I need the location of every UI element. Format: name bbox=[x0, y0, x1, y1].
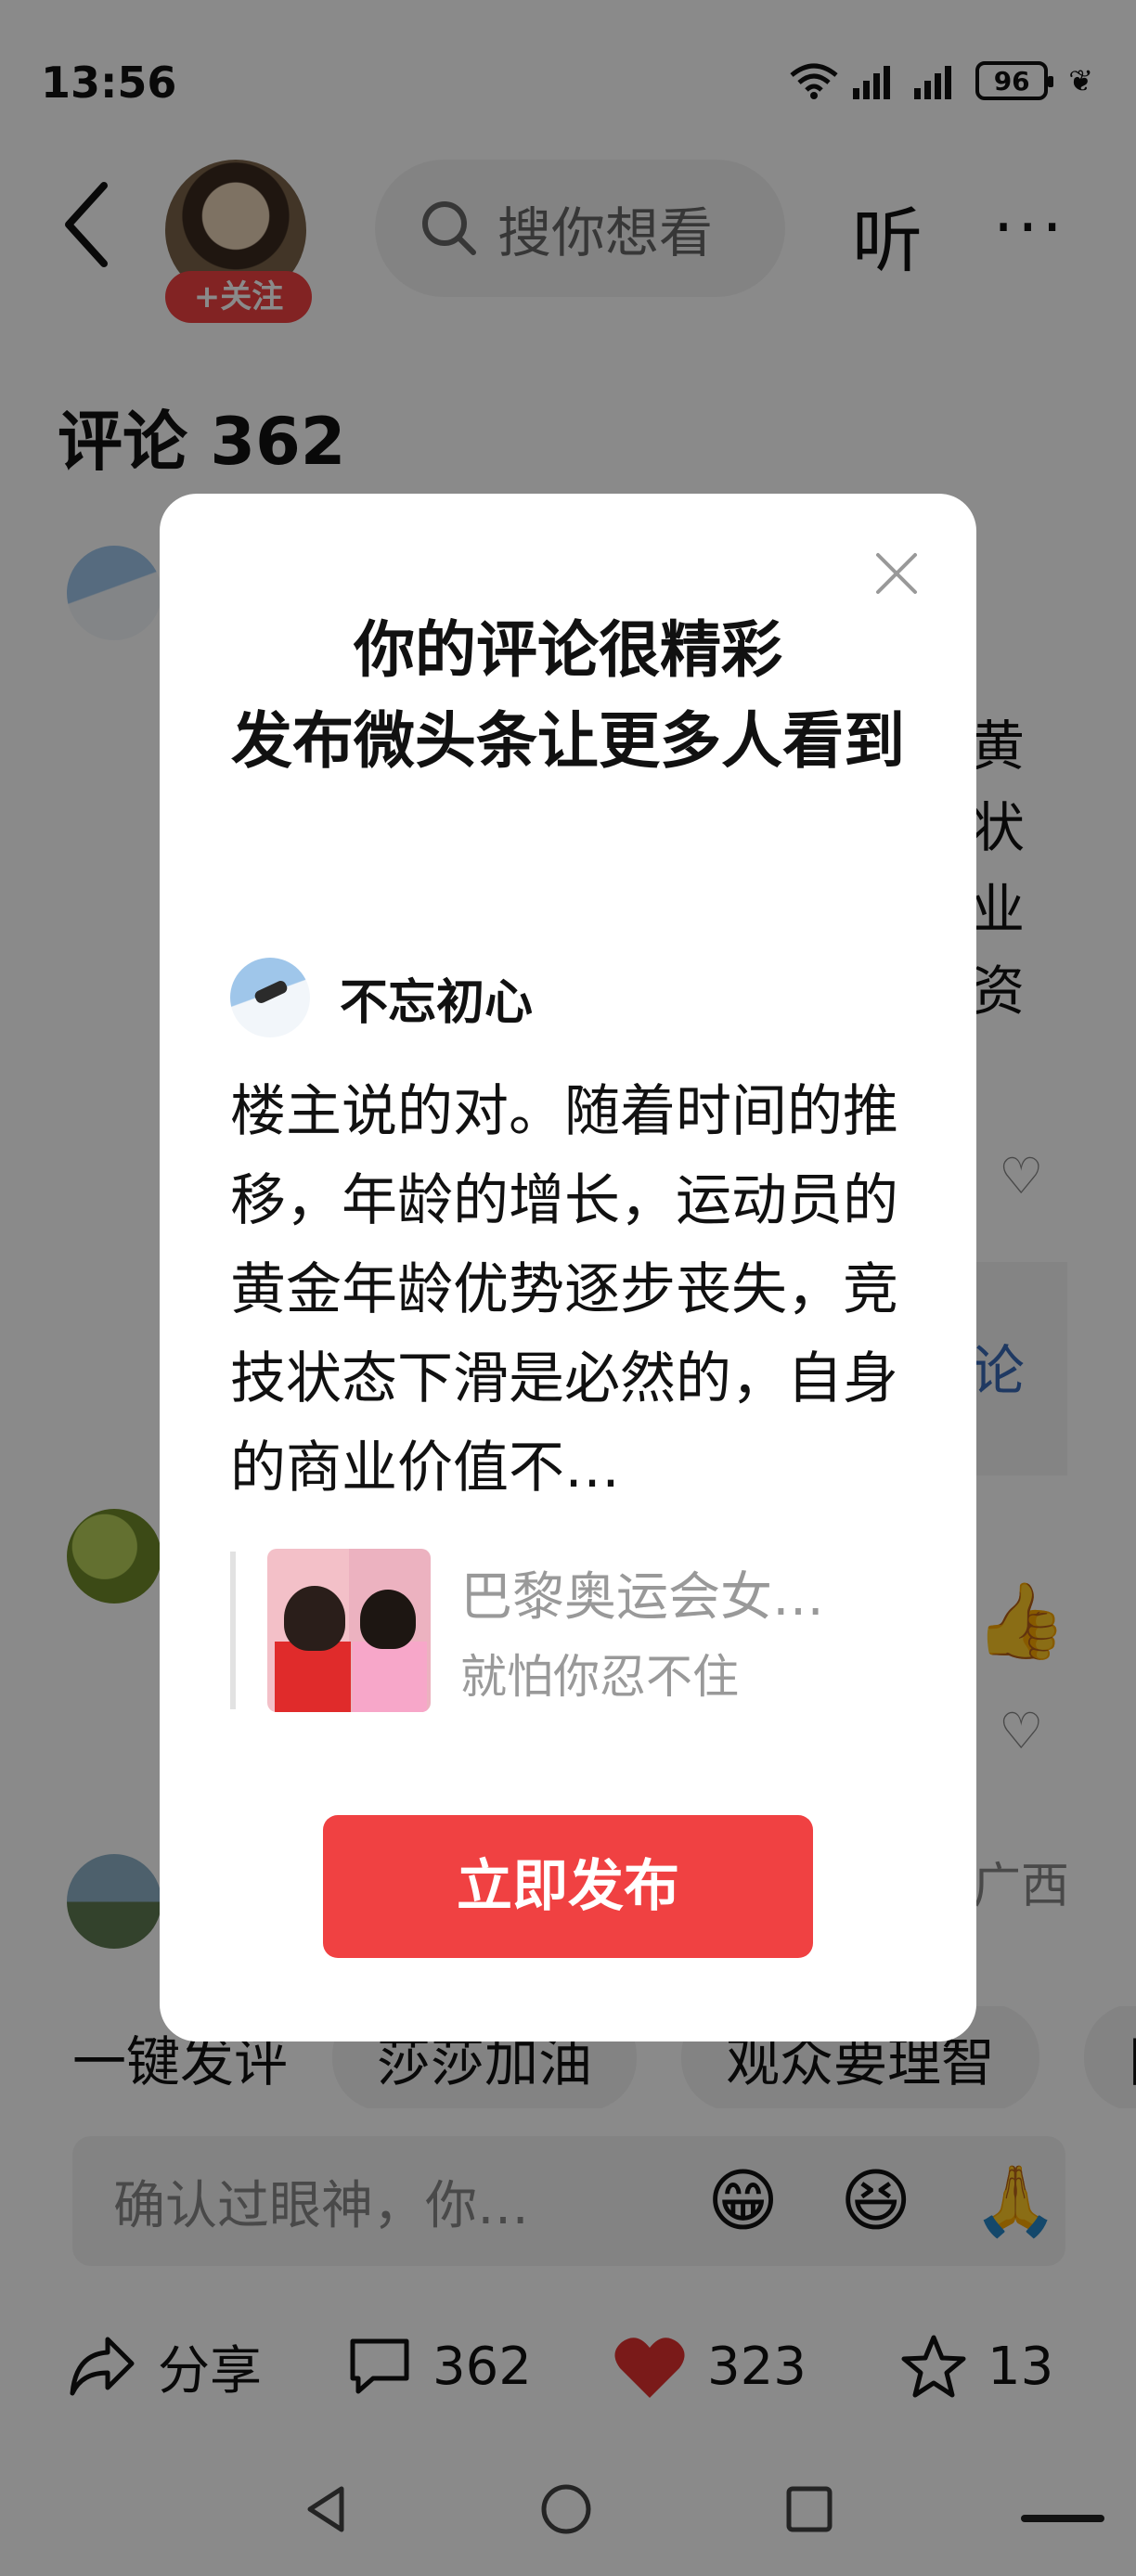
dialog-title: 你的评论很精彩 发布微头条让更多人看到 bbox=[231, 614, 905, 777]
comment-username: 不忘初心 bbox=[340, 974, 534, 1031]
quoted-article-title: 巴黎奥运会女… bbox=[460, 1566, 824, 1628]
close-icon bbox=[876, 553, 917, 594]
publish-post-dialog: 你的评论很精彩 发布微头条让更多人看到 不忘初心 楼主说的对。随着时间的推移，年… bbox=[160, 494, 976, 2041]
comment-author: 不忘初心 bbox=[230, 958, 533, 1037]
quoted-article-card[interactable]: 巴黎奥运会女… 就怕你忍不住 bbox=[230, 1549, 917, 1712]
comment-body: 楼主说的对。随着时间的推移，年龄的增长，运动员的黄金年龄优势逐步丧失，竞技状态下… bbox=[230, 1079, 898, 1501]
avatar bbox=[230, 958, 310, 1037]
article-thumbnail bbox=[267, 1549, 431, 1712]
close-button[interactable] bbox=[869, 546, 924, 601]
quoted-article-text: 巴黎奥运会女… 就怕你忍不住 bbox=[460, 1555, 859, 1707]
publish-button[interactable]: 立即发布 bbox=[323, 1815, 813, 1958]
quoted-article-subtitle: 就怕你忍不住 bbox=[460, 1649, 739, 1704]
